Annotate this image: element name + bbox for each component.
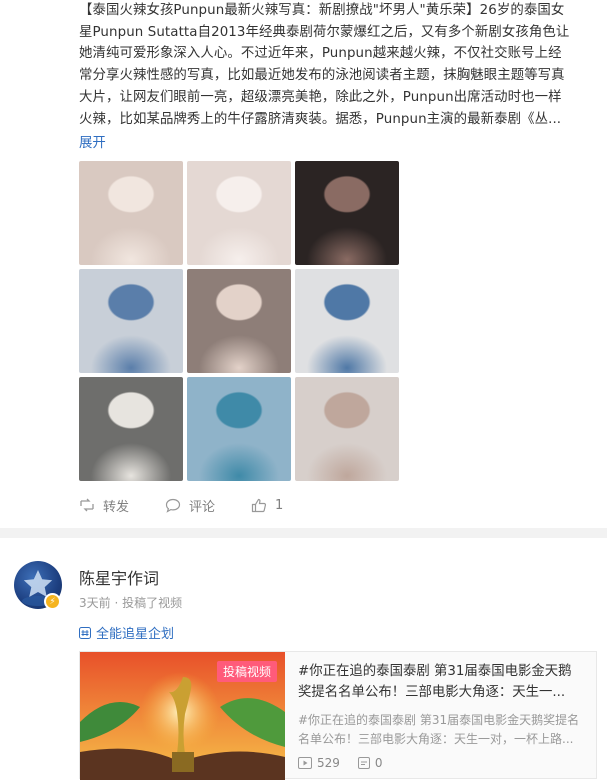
comment-button[interactable]: 评论 [165,496,215,515]
post-meta: 3天前 · 投稿了视频 [79,596,183,610]
play-count: 529 [298,756,340,770]
photo-thumbnail[interactable] [295,377,399,481]
photo-thumbnail[interactable] [79,269,183,373]
post-text-line: 常分享火辣性感的写真，比如最近她发布的泳池阅读者主题，抹胸魅眼主题等写真 [79,68,565,84]
photo-thumbnail[interactable] [79,377,183,481]
post-text-line: 【泰国火辣女孩Punpun最新火辣写真：新剧撩战"坏男人"黄乐荣】26岁的泰国女 [79,3,565,18]
post-text-line: 她清纯可爱形象深入人心。不过近年来，Punpun越来越火辣，不仅社交账号上经 [79,46,562,62]
photo-thumbnail[interactable] [295,269,399,373]
action-bar: 转发 评论 1 [79,494,319,516]
video-description: #你正在追的泰国泰剧 第31届泰国电影金天鹅奖提名 名单公布！三部电影大角逐：天… [298,711,588,749]
video-title[interactable]: #你正在追的泰国泰剧 第31届泰国电影金天鹅 奖提名名单公布！三部电影大角逐：天… [298,661,588,703]
video-label-badge: 投稿视频 [217,661,278,682]
photo-thumbnail[interactable] [295,161,399,265]
photo-image [79,269,183,373]
photo-image [187,269,291,373]
video-thumbnail[interactable]: 投稿视频 [80,652,285,780]
photo-image [295,269,399,373]
like-button[interactable]: 1 [251,498,283,513]
like-count: 1 [275,497,284,513]
post-text: 【泰国火辣女孩Punpun最新火辣写真：新剧撩战"坏男人"黄乐荣】26岁的泰国女… [79,0,601,130]
photo-thumbnail[interactable] [187,377,291,481]
video-title-line: #你正在追的泰国泰剧 第31届泰国电影金天鹅 [298,664,572,679]
post-text-line: 火辣，比如某品牌秀上的牛仔露脐清爽装。据悉，Punpun主演的最新泰剧《丛... [79,111,562,127]
post-card: ⚡ 陈星宇作词 3天前 · 投稿了视频 全能追星企划 投稿视频 #你正在追的泰国… [0,538,607,781]
play-icon [298,757,312,769]
comment-count: 0 [357,756,383,770]
video-desc-line: #你正在追的泰国泰剧 第31届泰国电影金天鹅奖提名 [298,713,580,727]
photo-thumbnail[interactable] [187,161,291,265]
photo-thumbnail[interactable] [79,161,183,265]
photo-image [187,161,291,265]
feed-divider [0,528,607,538]
topic-tag[interactable]: 全能追星企划 [79,623,174,642]
video-stats: 529 0 [298,756,401,770]
post-card: 【泰国火辣女孩Punpun最新火辣写真：新剧撩战"坏男人"黄乐荣】26岁的泰国女… [0,0,607,528]
video-desc-line: 名单公布！三部电影大角逐：天生一对，一杯上路... [298,732,574,746]
verified-badge-icon: ⚡ [44,593,61,610]
repost-label: 转发 [103,499,130,515]
expand-link[interactable]: 展开 [79,131,106,151]
photo-image [295,161,399,265]
photo-image [79,161,183,265]
play-count-value: 529 [317,756,340,770]
photo-image [295,377,399,481]
thumbs-up-icon [251,498,267,512]
video-title-line: 奖提名名单公布！三部电影大角逐：天生一... [298,685,566,700]
comment-label: 评论 [189,499,216,515]
photo-thumbnail[interactable] [187,269,291,373]
photo-image [187,377,291,481]
post-text-line: 星Punpun Sutatta自2013年经典泰剧荷尔蒙爆红之后，又有多个新剧女… [79,24,570,40]
photo-grid [79,161,400,481]
author-name[interactable]: 陈星宇作词 [79,565,159,589]
photo-image [79,377,183,481]
repost-icon [80,498,94,512]
post-text-line: 大片，让网友们眼前一亮，超级漂亮美艳，除此之外，Punpun出席活动时也一样 [79,89,562,105]
comment-box-icon [357,757,370,769]
hashtag-icon [79,626,91,639]
comment-icon [165,498,181,513]
repost-button[interactable]: 转发 [79,496,129,515]
comment-count-value: 0 [374,756,383,770]
video-card[interactable]: 投稿视频 #你正在追的泰国泰剧 第31届泰国电影金天鹅 奖提名名单公布！三部电影… [79,651,597,780]
topic-tag-label: 全能追星企划 [96,627,175,642]
